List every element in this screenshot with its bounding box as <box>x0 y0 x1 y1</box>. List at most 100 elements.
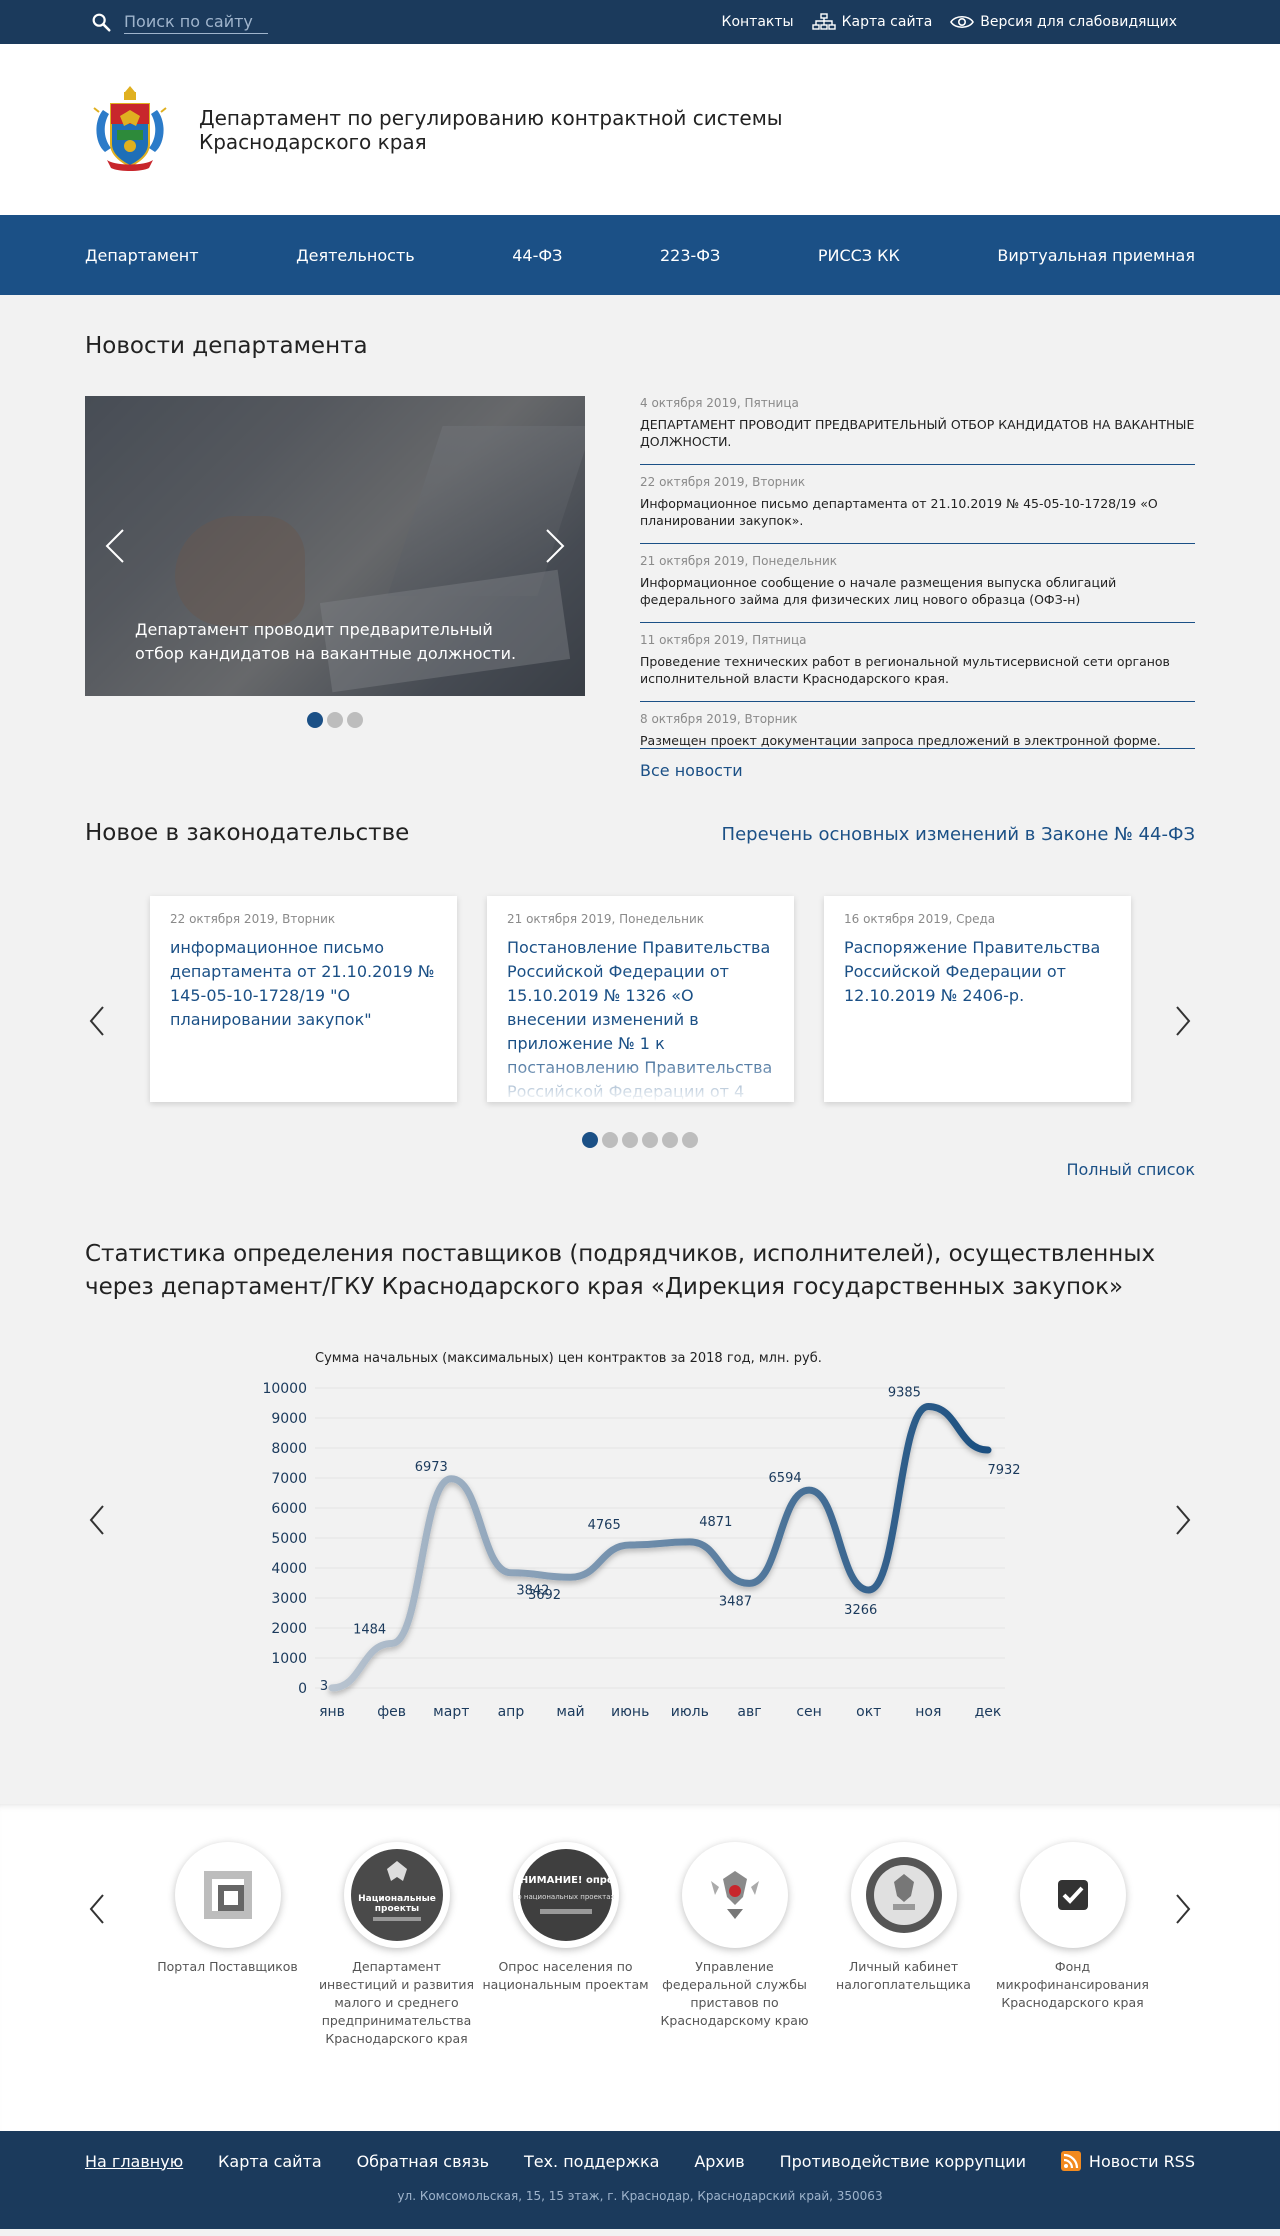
chevron-right-icon[interactable] <box>1171 1003 1195 1039</box>
card-title[interactable]: Распоряжение Правительства Российской Фе… <box>844 936 1111 1008</box>
news-date: 22 октября 2019, Вторник <box>640 475 806 489</box>
nav-department[interactable]: Департамент <box>85 246 199 265</box>
chart-title: Сумма начальных (максимальных) цен контр… <box>315 1351 822 1366</box>
news-item[interactable]: 4 октября 2019, Пятница ДЕПАРТАМЕНТ ПРОВ… <box>640 396 1195 465</box>
y-tick-label: 10000 <box>262 1381 307 1397</box>
footer-feedback-link[interactable]: Обратная связь <box>357 2152 490 2171</box>
chevron-left-icon[interactable] <box>85 1003 109 1039</box>
data-point <box>330 1685 335 1690</box>
line-chart: Сумма начальных (максимальных) цен контр… <box>262 1351 1020 1720</box>
chevron-left-icon[interactable] <box>85 1502 109 1538</box>
footer-support-link[interactable]: Тех. поддержка <box>524 2152 660 2171</box>
partner-logo[interactable]: ВНИМАНИЕ! опрос о национальных проектах <box>512 1842 619 1948</box>
slide-caption[interactable]: Департамент проводит предварительный отб… <box>135 618 545 666</box>
accessibility-label: Версия для слабовидящих <box>980 14 1177 30</box>
partner-logo[interactable] <box>174 1842 281 1948</box>
chevron-right-icon[interactable] <box>1171 1891 1195 1927</box>
news-title[interactable]: Информационное сообщение о начале размещ… <box>640 574 1195 608</box>
news-item[interactable]: 21 октября 2019, Понедельник Информацион… <box>640 544 1195 623</box>
partner-item[interactable]: Национальные проекты Департамент инвестиц… <box>312 1842 481 2048</box>
footer-home-link[interactable]: На главную <box>85 2152 183 2171</box>
news-title[interactable]: ДЕПАРТАМЕНТ ПРОВОДИТ ПРЕДВАРИТЕЛЬНЫЙ ОТБ… <box>640 416 1195 450</box>
slider-dot[interactable] <box>622 1132 638 1148</box>
partner-label[interactable]: Личный кабинет налогоплательщика <box>819 1958 988 1994</box>
chevron-left-icon[interactable] <box>103 528 127 564</box>
footer-sitemap-link[interactable]: Карта сайта <box>218 2152 322 2171</box>
data-label: 4871 <box>699 1515 732 1530</box>
accessibility-link[interactable]: Версия для слабовидящих <box>950 13 1177 31</box>
contacts-link[interactable]: Контакты <box>722 14 794 30</box>
legislation-card[interactable]: 16 октября 2019, Среда Распоряжение Прав… <box>824 896 1131 1102</box>
partner-label[interactable]: Портал Поставщиков <box>143 1958 312 1976</box>
news-list: 4 октября 2019, Пятница ДЕПАРТАМЕНТ ПРОВ… <box>640 396 1195 780</box>
nav-virtual-reception[interactable]: Виртуальная приемная <box>997 246 1195 265</box>
slider-dot[interactable] <box>602 1132 618 1148</box>
news-item[interactable]: 22 октября 2019, Вторник Информационное … <box>640 465 1195 544</box>
slider-dot[interactable] <box>307 712 323 728</box>
partner-logo[interactable]: Национальные проекты <box>343 1842 450 1948</box>
partner-item[interactable]: Личный кабинет налогоплательщика <box>819 1842 988 2048</box>
card-title[interactable]: информационное письмо департамента от 21… <box>170 936 437 1032</box>
partner-item[interactable]: ВНИМАНИЕ! опрос о национальных проектах О… <box>481 1842 650 2048</box>
partner-item[interactable]: Управление федеральной службы приставов … <box>650 1842 819 2048</box>
nav-223fz[interactable]: 223-ФЗ <box>660 246 720 265</box>
slider-dot[interactable] <box>582 1132 598 1148</box>
krasnodar-emblem-icon[interactable] <box>91 82 169 178</box>
partner-logo[interactable] <box>850 1842 957 1948</box>
y-tick-label: 7000 <box>271 1471 307 1487</box>
sitemap-link[interactable]: Карта сайта <box>811 13 933 31</box>
x-tick-label: март <box>433 1704 469 1720</box>
nav-risszkk[interactable]: РИССЗ КК <box>818 246 900 265</box>
slider-dot[interactable] <box>327 712 343 728</box>
full-list-link[interactable]: Полный список <box>1066 1160 1195 1179</box>
news-title[interactable]: Размещен проект документации запроса пре… <box>640 732 1195 749</box>
nav-44fz[interactable]: 44-ФЗ <box>512 246 562 265</box>
footer-archive-link[interactable]: Архив <box>694 2152 744 2171</box>
slider-dot[interactable] <box>642 1132 658 1148</box>
data-label: 9385 <box>888 1385 921 1400</box>
chevron-right-icon[interactable] <box>1171 1502 1195 1538</box>
legislation-card[interactable]: 22 октября 2019, Вторник информационное … <box>150 896 457 1102</box>
news-date: 4 октября 2019, Пятница <box>640 396 799 410</box>
news-date: 21 октября 2019, Понедельник <box>640 554 838 568</box>
nav-activity[interactable]: Деятельность <box>296 246 415 265</box>
slider-dot[interactable] <box>682 1132 698 1148</box>
slider-dot[interactable] <box>662 1132 678 1148</box>
partner-item[interactable]: Портал Поставщиков <box>143 1842 312 2048</box>
sitemap-icon <box>811 13 836 30</box>
partner-logo[interactable] <box>681 1842 788 1948</box>
partner-item[interactable]: Фонд микрофинансирования Краснодарского … <box>988 1842 1157 2048</box>
news-date: 8 октября 2019, Вторник <box>640 712 798 726</box>
partner-label[interactable]: Управление федеральной службы приставов … <box>650 1958 819 2030</box>
footer-rss-link[interactable]: Новости RSS <box>1060 2151 1195 2171</box>
search-input[interactable] <box>124 10 268 34</box>
news-title[interactable]: Информационное письмо департамента от 21… <box>640 495 1195 529</box>
chevron-left-icon[interactable] <box>85 1891 109 1927</box>
data-point <box>807 1488 812 1493</box>
y-tick-label: 9000 <box>271 1411 307 1427</box>
legislation-card[interactable]: 21 октября 2019, Понедельник Постановлен… <box>487 896 794 1102</box>
x-tick-label: янв <box>319 1704 345 1720</box>
site-title[interactable]: Департамент по регулированию контрактной… <box>199 106 799 154</box>
partner-label[interactable]: Департамент инвестиций и развития малого… <box>312 1958 481 2048</box>
data-point <box>449 1476 454 1481</box>
news-item[interactable]: 11 октября 2019, Пятница Проведение техн… <box>640 623 1195 702</box>
chevron-right-icon[interactable] <box>543 528 567 564</box>
svg-text:Национальные: Национальные <box>358 1894 436 1904</box>
partner-label[interactable]: Опрос населения по национальным проектам <box>481 1958 650 1994</box>
news-title[interactable]: Проведение технических работ в региональ… <box>640 653 1195 687</box>
footer-anticorruption-link[interactable]: Противодействие коррупции <box>780 2152 1026 2171</box>
all-news-link[interactable]: Все новости <box>640 761 1195 780</box>
sitemap-label: Карта сайта <box>841 14 933 30</box>
news-slide[interactable]: Департамент проводит предварительный отб… <box>85 396 585 696</box>
partner-label[interactable]: Фонд микрофинансирования Краснодарского … <box>988 1958 1157 2012</box>
partner-logo[interactable] <box>1019 1842 1126 1948</box>
search-icon[interactable] <box>90 11 112 33</box>
data-point <box>508 1570 513 1575</box>
slider-dot[interactable] <box>347 712 363 728</box>
chart-container: Сумма начальных (максимальных) цен контр… <box>85 1340 1195 1720</box>
survey-icon: ВНИМАНИЕ! опрос о национальных проектах <box>518 1849 614 1941</box>
news-item[interactable]: 8 октября 2019, Вторник Размещен проект … <box>640 702 1195 749</box>
survey-badge-subtitle: о национальных проектах <box>518 1893 614 1901</box>
law-changes-link[interactable]: Перечень основных изменений в Законе № 4… <box>722 824 1195 845</box>
